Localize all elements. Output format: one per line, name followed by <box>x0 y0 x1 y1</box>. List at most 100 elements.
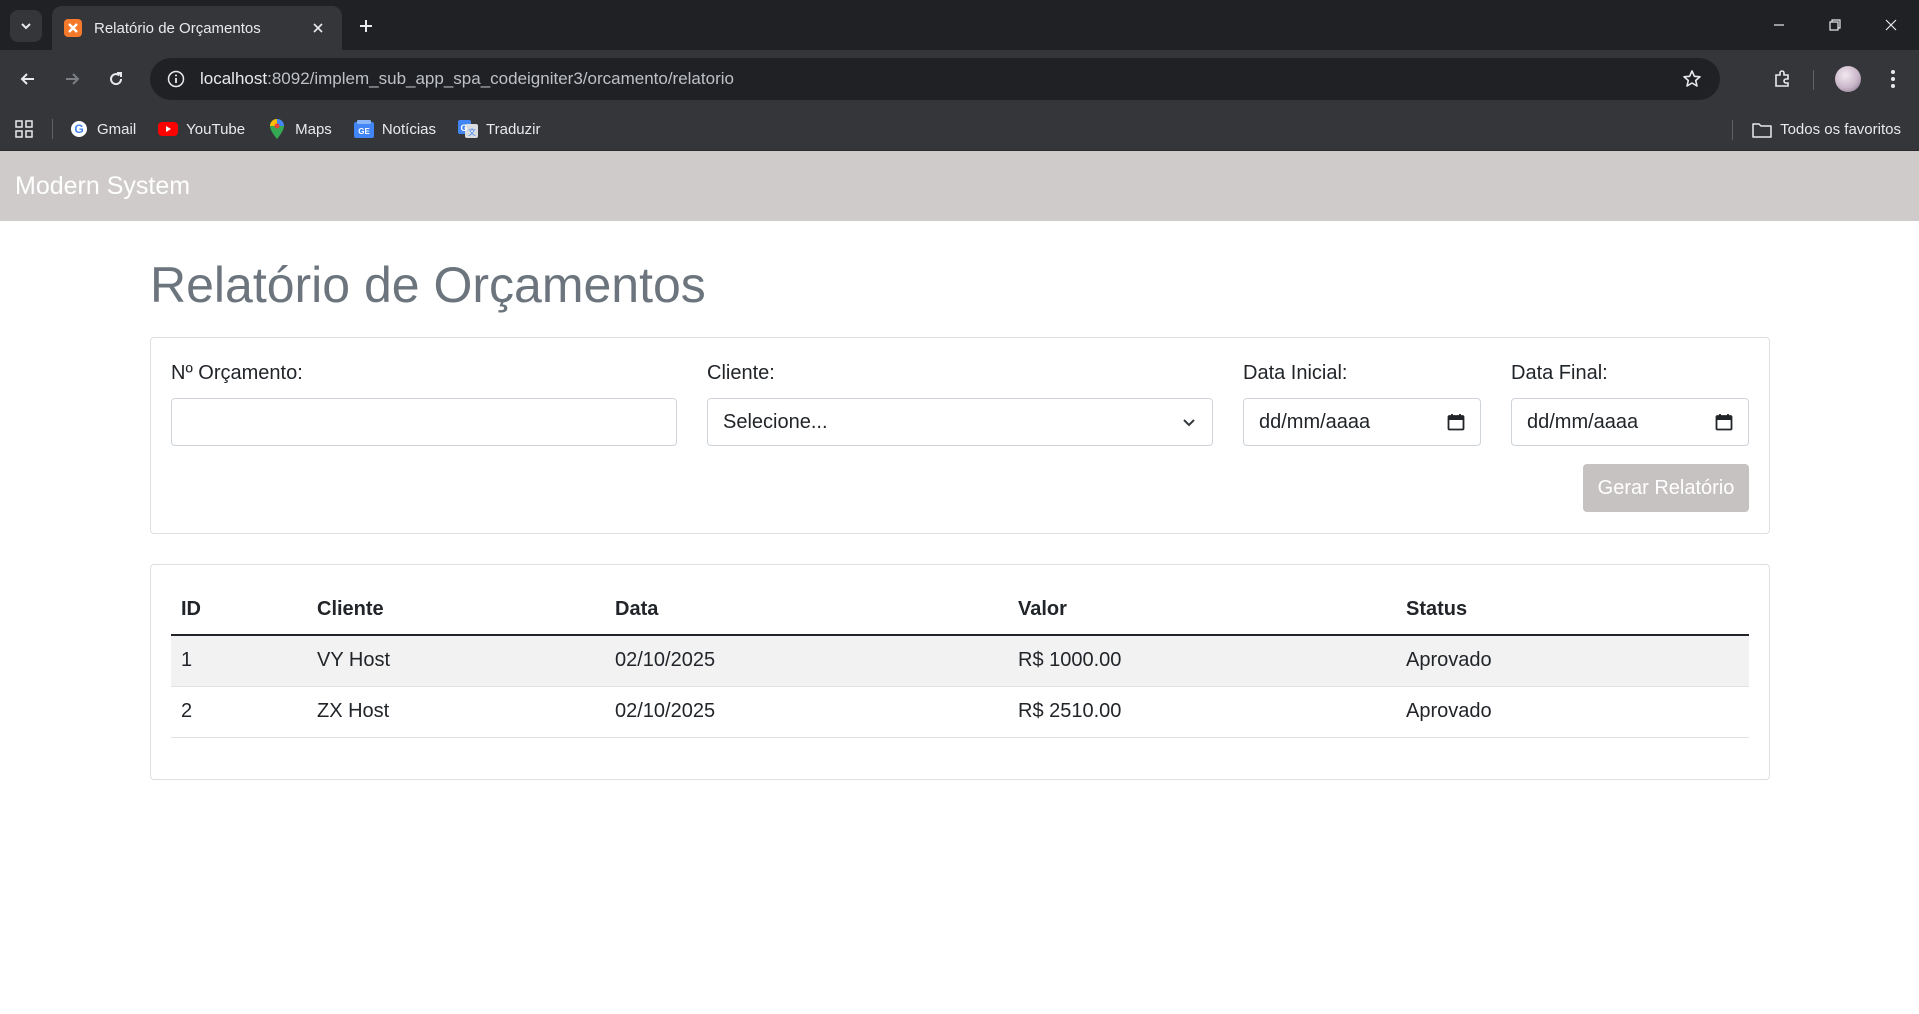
browser-toolbar: localhost:8092/implem_sub_app_spa_codeig… <box>0 50 1919 108</box>
cell-data: 02/10/2025 <box>605 686 1008 738</box>
close-window-button[interactable] <box>1863 0 1919 50</box>
back-button[interactable] <box>12 63 44 95</box>
all-bookmarks-label: Todos os favoritos <box>1780 121 1901 138</box>
calendar-icon[interactable] <box>1715 413 1733 431</box>
cliente-field-group: Cliente: Selecione... <box>707 360 1213 446</box>
tab-close-button[interactable] <box>306 16 330 40</box>
bookmark-traduzir[interactable]: G文 Traduzir <box>458 119 540 139</box>
restore-button[interactable] <box>1807 0 1863 50</box>
data-inicial-input[interactable]: dd/mm/aaaa <box>1243 398 1481 446</box>
chevron-down-icon <box>1183 419 1195 427</box>
cell-status: Aprovado <box>1396 686 1749 738</box>
arrow-right-icon <box>66 73 80 85</box>
all-bookmarks-button[interactable]: Todos os favoritos <box>1752 108 1901 151</box>
cliente-selected: Selecione... <box>723 410 828 433</box>
translate-icon: G文 <box>458 119 478 139</box>
data-inicial-field-group: Data Inicial: dd/mm/aaaa <box>1243 360 1481 446</box>
plus-icon <box>360 20 372 32</box>
browser-tabstrip: Relatório de Orçamentos <box>0 0 1919 50</box>
maps-icon <box>267 119 287 139</box>
bookmark-label: Gmail <box>97 120 137 138</box>
youtube-icon <box>158 119 179 139</box>
toolbar-divider <box>1813 70 1814 90</box>
filter-card: Nº Orçamento: Cliente: Selecione... Data… <box>150 337 1770 534</box>
arrow-left-icon <box>20 73 34 85</box>
url-path: :8092/implem_sub_app_spa_codeigniter3/or… <box>267 69 734 88</box>
bookmark-star-button[interactable] <box>1678 65 1706 93</box>
browser-tab-active[interactable]: Relatório de Orçamentos <box>52 6 342 50</box>
col-header-id: ID <box>171 585 307 636</box>
brand-link[interactable]: Modern System <box>15 172 190 201</box>
cell-valor: R$ 1000.00 <box>1008 635 1396 687</box>
table-header-row: ID Cliente Data Valor Status <box>171 585 1749 636</box>
bookmark-label: Maps <box>295 120 332 138</box>
bookmark-youtube[interactable]: YouTube <box>158 119 245 139</box>
table-row: 1 VY Host 02/10/2025 R$ 1000.00 Aprovado <box>171 635 1749 687</box>
more-vert-icon <box>1891 70 1895 88</box>
data-inicial-value: dd/mm/aaaa <box>1259 410 1371 433</box>
app-navbar: Modern System <box>0 151 1919 221</box>
numero-input[interactable] <box>171 398 677 446</box>
svg-text:G: G <box>74 122 83 136</box>
results-card: ID Cliente Data Valor Status 1 VY Host 0… <box>150 564 1770 780</box>
restore-icon <box>1829 19 1841 31</box>
gerar-relatorio-button[interactable]: Gerar Relatório <box>1583 464 1749 512</box>
avatar <box>1835 66 1861 92</box>
bookmark-gmail[interactable]: G Gmail <box>69 119 136 139</box>
col-header-cliente: Cliente <box>307 585 605 636</box>
calendar-icon[interactable] <box>1447 413 1465 431</box>
data-inicial-label: Data Inicial: <box>1243 362 1348 384</box>
bookmark-label: YouTube <box>186 120 246 138</box>
table-row: 2 ZX Host 02/10/2025 R$ 2510.00 Aprovado <box>171 686 1749 738</box>
results-table: ID Cliente Data Valor Status 1 VY Host 0… <box>171 585 1749 738</box>
xampp-favicon-icon <box>64 19 82 37</box>
cell-id: 2 <box>171 686 307 738</box>
new-tab-button[interactable] <box>352 12 380 40</box>
tab-title: Relatório de Orçamentos <box>94 19 261 37</box>
minimize-button[interactable] <box>1751 0 1807 50</box>
cell-id: 1 <box>171 635 307 687</box>
numero-field-group: Nº Orçamento: <box>171 360 677 446</box>
svg-text:GE: GE <box>358 127 370 136</box>
bookmark-maps[interactable]: Maps <box>267 119 332 139</box>
close-icon <box>1885 19 1897 31</box>
folder-icon <box>1752 122 1772 138</box>
reload-icon <box>110 72 123 86</box>
menu-button[interactable] <box>1877 63 1909 95</box>
cell-valor: R$ 2510.00 <box>1008 686 1396 738</box>
bookmark-noticias[interactable]: GE Notícias <box>353 119 436 139</box>
google-icon: G <box>69 119 89 139</box>
extensions-button[interactable] <box>1766 63 1798 95</box>
data-final-label: Data Final: <box>1511 362 1608 384</box>
data-final-value: dd/mm/aaaa <box>1527 410 1639 433</box>
tab-search-button[interactable] <box>10 10 42 42</box>
data-final-field-group: Data Final: dd/mm/aaaa <box>1511 360 1749 446</box>
star-icon <box>1683 70 1701 87</box>
forward-button[interactable] <box>56 63 88 95</box>
apps-button[interactable] <box>12 117 36 141</box>
chevron-down-icon <box>21 23 31 30</box>
url-host: localhost <box>200 69 268 88</box>
cliente-select[interactable]: Selecione... <box>707 398 1213 446</box>
profile-button[interactable] <box>1832 63 1864 95</box>
col-header-valor: Valor <box>1008 585 1396 636</box>
url-text: localhost:8092/implem_sub_app_spa_codeig… <box>200 69 1678 89</box>
close-icon <box>313 23 323 33</box>
page-title: Relatório de Orçamentos <box>150 257 706 313</box>
puzzle-icon <box>1775 70 1789 87</box>
main-container: Relatório de Orçamentos Nº Orçamento: Cl… <box>150 221 1770 780</box>
data-final-input[interactable]: dd/mm/aaaa <box>1511 398 1749 446</box>
bookmarks-bar: G Gmail YouTube Maps GE Notícias G文 Trad… <box>0 108 1919 151</box>
site-info-icon[interactable] <box>164 67 188 91</box>
cell-status: Aprovado <box>1396 635 1749 687</box>
address-bar[interactable]: localhost:8092/implem_sub_app_spa_codeig… <box>150 58 1720 100</box>
bookmarks-divider <box>52 119 53 139</box>
bookmark-label: Notícias <box>381 120 436 138</box>
bookmark-label: Traduzir <box>486 120 541 138</box>
apps-grid-icon <box>15 120 33 138</box>
svg-text:文: 文 <box>468 127 476 137</box>
svg-text:G: G <box>460 123 467 133</box>
cell-data: 02/10/2025 <box>605 635 1008 687</box>
reload-button[interactable] <box>100 63 132 95</box>
cell-cliente: ZX Host <box>307 686 605 738</box>
